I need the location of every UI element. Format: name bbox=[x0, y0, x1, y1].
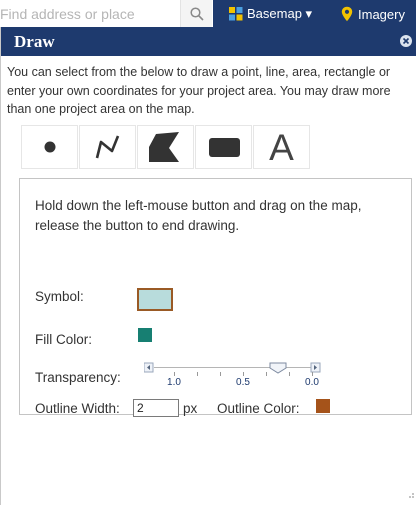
fill-color-label: Fill Color: bbox=[35, 332, 93, 347]
imagery-label: Imagery bbox=[358, 6, 405, 22]
slider-tick-label: 1.0 bbox=[167, 377, 181, 388]
slider-minor-tick bbox=[220, 372, 221, 376]
transparency-slider[interactable]: 1.0 0.5 0.0 bbox=[144, 361, 324, 393]
slider-minor-tick bbox=[243, 372, 244, 376]
text-icon: A bbox=[269, 126, 294, 168]
outline-width-unit: px bbox=[183, 401, 198, 416]
outline-color-swatch[interactable] bbox=[316, 399, 330, 413]
slider-minor-tick bbox=[197, 372, 198, 376]
search-button[interactable] bbox=[180, 0, 212, 27]
basemap-grid-icon bbox=[229, 7, 243, 21]
polygon-icon bbox=[148, 132, 179, 162]
slider-minor-tick bbox=[312, 372, 313, 376]
intro-text: You can select from the below to draw a … bbox=[7, 65, 391, 116]
map-toolbar: Basemap ▾ Imagery bbox=[0, 0, 416, 27]
point-icon bbox=[44, 141, 55, 153]
map-pin-icon bbox=[341, 6, 353, 22]
panel-title: Draw bbox=[14, 32, 55, 51]
panel-header: Draw bbox=[1, 27, 416, 56]
transparency-label: Transparency: bbox=[35, 370, 121, 385]
slider-minor-tick bbox=[289, 372, 290, 376]
outline-color-label: Outline Color: bbox=[217, 401, 300, 416]
symbol-swatch[interactable] bbox=[137, 288, 173, 311]
rectangle-icon bbox=[208, 138, 240, 157]
drawing-hint: Hold down the left-mouse button and drag… bbox=[35, 198, 362, 233]
draw-point-button[interactable] bbox=[21, 125, 78, 169]
slider-tick-label: 0.5 bbox=[236, 377, 250, 388]
draw-text-button[interactable]: A bbox=[253, 125, 310, 169]
slider-minor-tick bbox=[266, 372, 267, 376]
symbol-label: Symbol: bbox=[35, 289, 84, 304]
slider-minor-tick bbox=[174, 372, 175, 376]
search-input[interactable] bbox=[0, 3, 178, 25]
outline-width-label: Outline Width: bbox=[35, 401, 120, 416]
basemap-label: Basemap ▾ bbox=[247, 6, 313, 21]
close-button[interactable] bbox=[400, 35, 412, 47]
fill-color-swatch[interactable] bbox=[138, 328, 152, 342]
draw-options: Hold down the left-mouse button and drag… bbox=[19, 178, 412, 417]
close-icon bbox=[402, 37, 410, 45]
resize-grip-icon[interactable] bbox=[405, 489, 415, 499]
draw-polygon-button[interactable] bbox=[137, 125, 194, 169]
slider-thumb[interactable] bbox=[269, 362, 287, 374]
draw-panel: Draw You can select from the below to dr… bbox=[0, 27, 416, 505]
basemap-button[interactable]: Basemap ▾ bbox=[229, 4, 312, 24]
slider-tick-label: 0.0 bbox=[305, 377, 319, 388]
outline-width-input[interactable] bbox=[133, 399, 179, 417]
draw-polyline-button[interactable] bbox=[79, 125, 136, 169]
slider-ticks: 1.0 0.5 0.0 bbox=[144, 361, 324, 393]
imagery-button[interactable]: Imagery bbox=[341, 4, 405, 24]
polyline-icon bbox=[95, 135, 119, 159]
draw-rectangle-button[interactable] bbox=[195, 125, 252, 169]
search-icon bbox=[189, 6, 204, 21]
